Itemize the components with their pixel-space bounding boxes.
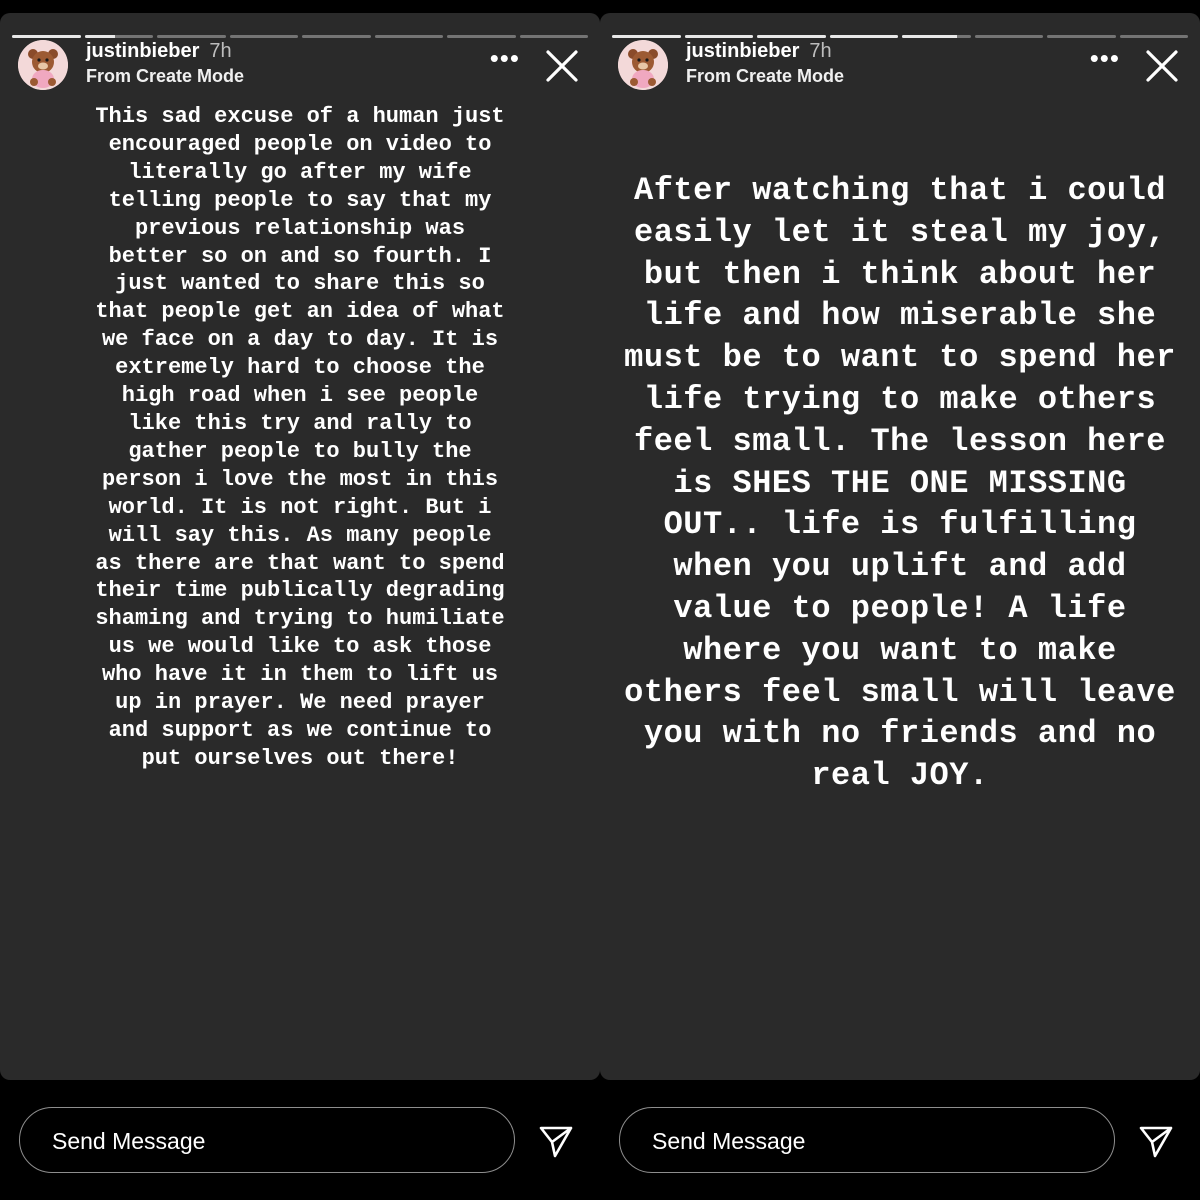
- progress-segment: [1119, 35, 1188, 38]
- send-message-field[interactable]: [619, 1107, 1115, 1174]
- post-time: 7h: [209, 40, 232, 62]
- progress-segment: [902, 35, 971, 38]
- close-icon[interactable]: [1142, 46, 1182, 86]
- progress-segment: [12, 35, 81, 38]
- progress-segment: [519, 35, 588, 38]
- story-header: justinbieber 7h From Create Mode •••: [618, 40, 1182, 92]
- more-horizontal-icon[interactable]: •••: [490, 45, 520, 71]
- send-message-field[interactable]: [19, 1107, 515, 1174]
- progress-segment: [447, 35, 516, 38]
- story-user[interactable]: justinbieber 7h: [686, 40, 832, 63]
- reply-bar: [0, 1080, 600, 1200]
- progress-segment: [302, 35, 371, 38]
- reply-bar: [600, 1080, 1200, 1200]
- story-subtitle: From Create Mode: [686, 66, 845, 86]
- progress-segment: [84, 35, 153, 38]
- send-icon[interactable]: [1137, 1122, 1175, 1160]
- story-progress-bar: [612, 35, 1188, 38]
- story-panel-left: justinbieber 7h From Create Mode ••• This…: [0, 0, 600, 1200]
- story-header: justinbieber 7h From Create Mode •••: [18, 40, 582, 92]
- story-text: This sad excuse of a human just encourag…: [95, 104, 505, 771]
- username[interactable]: justinbieber: [86, 40, 199, 62]
- story-subtitle: From Create Mode: [86, 66, 245, 86]
- progress-segment: [374, 35, 443, 38]
- close-icon[interactable]: [542, 46, 582, 86]
- avatar[interactable]: [618, 40, 668, 90]
- send-icon[interactable]: [537, 1122, 575, 1160]
- story-progress-bar: [12, 35, 588, 38]
- avatar[interactable]: [18, 40, 68, 90]
- progress-segment: [974, 35, 1043, 38]
- teddy-bear-icon: [618, 40, 668, 90]
- progress-segment: [1047, 35, 1116, 38]
- story-panel-right: justinbieber 7h From Create Mode ••• Afte…: [600, 0, 1200, 1200]
- more-horizontal-icon[interactable]: •••: [1090, 45, 1120, 71]
- teddy-bear-icon: [18, 40, 68, 90]
- progress-segment: [829, 35, 898, 38]
- username[interactable]: justinbieber: [686, 40, 799, 62]
- story-user[interactable]: justinbieber 7h: [86, 40, 232, 63]
- progress-segment: [229, 35, 298, 38]
- progress-segment: [612, 35, 681, 38]
- send-message-input[interactable]: [50, 1108, 474, 1174]
- send-message-input[interactable]: [650, 1108, 1074, 1174]
- progress-segment: [157, 35, 226, 38]
- progress-segment: [757, 35, 826, 38]
- progress-segment: [684, 35, 753, 38]
- post-time: 7h: [809, 40, 832, 62]
- story-text: After watching that i could easily let i…: [624, 172, 1176, 795]
